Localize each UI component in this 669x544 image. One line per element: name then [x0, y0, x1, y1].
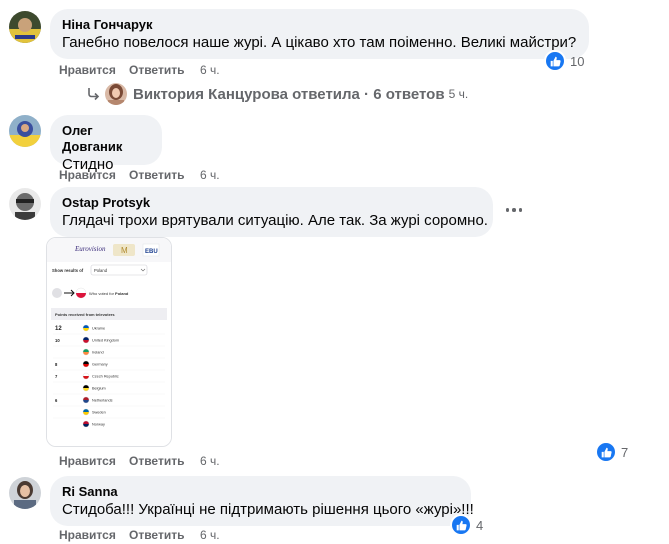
timestamp[interactable]: 6 ч.	[200, 62, 220, 78]
view-replies-link[interactable]: Виктория Канцурова ответила · 6 ответов …	[85, 82, 468, 106]
country-name: Netherlands	[92, 399, 113, 403]
reply-arrow-icon	[85, 86, 101, 102]
country-name: Ukraine	[92, 327, 105, 331]
reaction-count[interactable]: 7	[595, 441, 629, 463]
comment-author[interactable]: Олег Довганик	[62, 123, 150, 155]
timestamp[interactable]: 6 ч.	[200, 167, 220, 183]
comment-actions: Нравится Ответить 6 ч.	[59, 167, 259, 183]
ebu-logo: EBU	[145, 249, 158, 255]
reaction-count[interactable]: 4	[450, 514, 484, 536]
points-value: 10	[55, 338, 60, 343]
show-results-label: Show results of	[52, 268, 84, 273]
avatar[interactable]	[9, 477, 41, 509]
points-header: Points received from televoters	[55, 312, 115, 317]
comment-text: Стидоба!!! Українці не підтримають рішен…	[62, 501, 474, 518]
comment-actions: Нравится Ответить 6 ч.	[59, 453, 259, 469]
country-name: United Kingdom	[92, 339, 119, 343]
avatar	[105, 83, 127, 105]
timestamp[interactable]: 6 ч.	[200, 453, 220, 469]
reply-button[interactable]: Ответить	[129, 453, 184, 469]
who-voted-country: Poland	[115, 291, 129, 296]
thumbs-up-icon	[544, 50, 566, 72]
country-name: Germany	[92, 363, 108, 367]
eurovision-logo: Eurovision	[74, 245, 106, 253]
replies-text[interactable]: Виктория Канцурова ответила · 6 ответов	[133, 86, 445, 103]
reaction-count-value: 10	[570, 53, 585, 69]
comment-author[interactable]: Ri Sanna	[62, 484, 459, 500]
comment-actions: Нравится Ответить 6 ч.	[59, 527, 259, 543]
comment-bubble: Ri Sanna Стидоба!!! Українці не підтрима…	[50, 476, 474, 526]
reply-button[interactable]: Ответить	[129, 167, 184, 183]
who-voted-label: Who voted for	[89, 291, 115, 296]
like-button[interactable]: Нравится	[59, 527, 116, 543]
svg-text:M: M	[121, 246, 128, 255]
comment-author[interactable]: Ostap Protsyk	[62, 195, 481, 211]
comment-text: Глядачі трохи врятували ситуацію. Але та…	[62, 212, 488, 229]
points-value: 12	[55, 326, 62, 332]
reaction-count[interactable]: 10	[544, 50, 585, 72]
country-name: Sweden	[92, 411, 106, 415]
comment-text: Ганебно повелося наше журі. А цікаво хто…	[62, 34, 577, 51]
comment-bubble: Ostap Protsyk Глядачі трохи врятували си…	[50, 187, 493, 237]
country-name: Belgium	[92, 387, 106, 391]
comment-bubble: Ніна Гончарук Ганебно повелося наше журі…	[50, 9, 589, 59]
svg-text:Who voted for Poland: Who voted for Poland	[89, 291, 129, 296]
country-name: Ireland	[92, 351, 104, 355]
thumbs-up-icon	[595, 441, 617, 463]
avatar[interactable]	[9, 11, 41, 43]
country-name: Norway	[92, 423, 105, 427]
reaction-count-value: 4	[476, 517, 484, 533]
thumbs-up-icon	[450, 514, 472, 536]
country-select-value: Poland	[94, 268, 108, 273]
like-button[interactable]: Нравится	[59, 453, 116, 469]
comment-bubble: Олег Довганик Стидно	[50, 115, 162, 173]
comment-author[interactable]: Ніна Гончарук	[62, 17, 577, 33]
attached-image[interactable]: Eurovision M EBU Show results of Poland …	[46, 237, 172, 447]
avatar[interactable]	[9, 115, 41, 147]
reaction-count-value: 7	[621, 444, 629, 460]
reply-button[interactable]: Ответить	[129, 62, 184, 78]
like-button[interactable]: Нравится	[59, 62, 116, 78]
timestamp[interactable]: 5 ч.	[449, 87, 469, 101]
country-name: Czech Republic	[92, 375, 119, 379]
avatar[interactable]	[9, 188, 41, 220]
comment-actions: Нравится Ответить 6 ч.	[59, 62, 259, 78]
like-button[interactable]: Нравится	[59, 167, 116, 183]
timestamp[interactable]: 6 ч.	[200, 527, 220, 543]
reply-button[interactable]: Ответить	[129, 527, 184, 543]
more-options-icon[interactable]	[502, 200, 526, 220]
